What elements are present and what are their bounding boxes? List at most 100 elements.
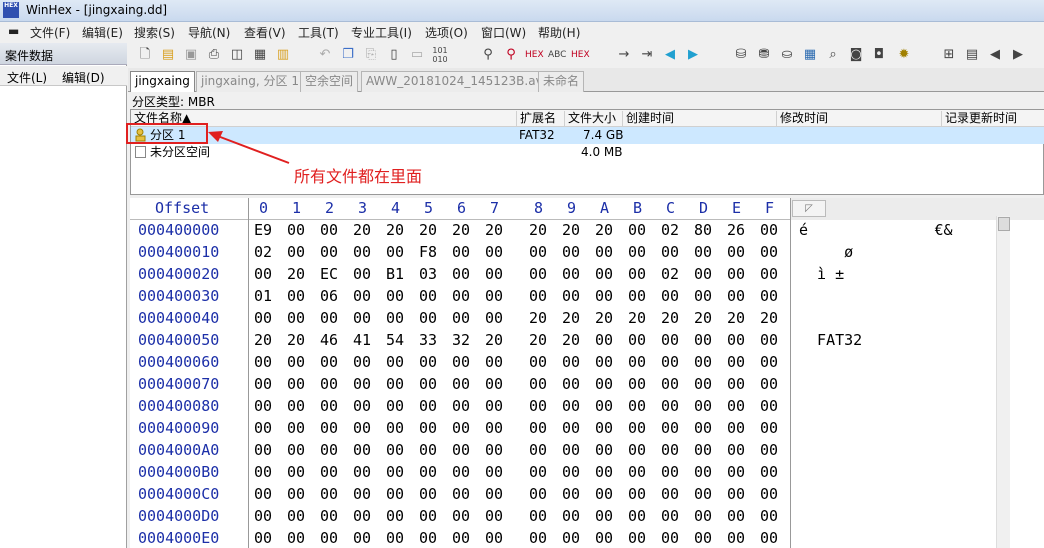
hex-byte[interactable]: 00 [727, 419, 745, 437]
hex-byte[interactable]: 00 [760, 529, 778, 547]
hex-byte[interactable]: 20 [529, 309, 547, 327]
hex-byte[interactable]: 00 [562, 507, 580, 525]
hex-byte[interactable]: 00 [452, 463, 470, 481]
hex-byte[interactable]: 00 [628, 375, 646, 393]
hex-byte[interactable]: 20 [419, 221, 437, 239]
camera-icon[interactable]: ◙ [847, 46, 865, 64]
hex-byte[interactable]: 00 [419, 441, 437, 459]
hex-byte[interactable]: 00 [419, 309, 437, 327]
hex-byte[interactable]: 00 [529, 287, 547, 305]
hex-byte[interactable]: 00 [595, 441, 613, 459]
ram-icon[interactable]: ⛃ [755, 46, 773, 64]
hex-byte[interactable]: 00 [254, 265, 272, 283]
hex-byte[interactable]: 00 [485, 507, 503, 525]
hex-byte[interactable]: 00 [628, 221, 646, 239]
ram-edit-icon[interactable]: ⛀ [778, 46, 796, 64]
hex-byte[interactable]: 20 [628, 309, 646, 327]
hex-byte[interactable]: 00 [485, 375, 503, 393]
hex-byte[interactable]: 00 [661, 375, 679, 393]
hex-byte[interactable]: 00 [760, 485, 778, 503]
clipboard-icon[interactable]: ▯ [385, 46, 403, 64]
hex-byte[interactable]: 20 [287, 265, 305, 283]
hex-byte[interactable]: 00 [595, 419, 613, 437]
hex-byte[interactable]: 00 [452, 529, 470, 547]
hex-byte[interactable]: 00 [562, 529, 580, 547]
hex-byte[interactable]: 00 [485, 309, 503, 327]
hex-byte[interactable]: 00 [419, 397, 437, 415]
hex-byte[interactable]: 00 [529, 441, 547, 459]
write-icon[interactable]: ▭ [408, 46, 426, 64]
case-edit-menu[interactable]: 编辑(D) [62, 69, 105, 86]
hex-byte[interactable]: 20 [562, 309, 580, 327]
menu-search[interactable]: 搜索(S) [134, 24, 175, 41]
hex-byte[interactable]: 00 [353, 397, 371, 415]
hex-byte[interactable]: 00 [320, 419, 338, 437]
hex-byte[interactable]: 00 [287, 243, 305, 261]
hex-byte[interactable]: 20 [562, 221, 580, 239]
menu-view[interactable]: 查看(V) [244, 24, 286, 41]
hex-byte[interactable]: 00 [694, 287, 712, 305]
hex-byte[interactable]: 33 [419, 331, 437, 349]
hex-byte[interactable]: 00 [628, 265, 646, 283]
binary-icon[interactable]: 101 010 [431, 46, 449, 64]
hex-byte[interactable]: 00 [419, 287, 437, 305]
next-icon[interactable]: ▶ [1009, 46, 1027, 64]
hex-byte[interactable]: 00 [562, 265, 580, 283]
hex-byte[interactable]: 00 [661, 463, 679, 481]
hex-byte[interactable]: 00 [386, 375, 404, 393]
hex-byte[interactable]: 00 [529, 463, 547, 481]
hex-byte[interactable]: 00 [254, 375, 272, 393]
hex-byte[interactable]: 00 [595, 463, 613, 481]
col-header-created[interactable]: 创建时间 [623, 111, 777, 127]
hex-byte[interactable]: 00 [562, 397, 580, 415]
hex-byte[interactable]: 00 [529, 507, 547, 525]
hex-byte[interactable]: 00 [485, 287, 503, 305]
hex-byte[interactable]: 00 [562, 243, 580, 261]
hex-byte[interactable]: 00 [562, 463, 580, 481]
camera-icon[interactable]: ◘ [870, 46, 888, 64]
goto-icon[interactable]: → [615, 46, 633, 64]
hex-byte[interactable]: 00 [727, 375, 745, 393]
hex-byte[interactable]: 00 [353, 463, 371, 481]
hex-byte[interactable]: 03 [419, 265, 437, 283]
hex-byte[interactable]: E9 [254, 221, 272, 239]
hex-byte[interactable]: 00 [727, 529, 745, 547]
hex-editor[interactable]: Offset0123456789ABCDEFANSI ASCII ◸ 00040… [130, 198, 1044, 548]
hex-byte[interactable]: 00 [386, 419, 404, 437]
calculator-icon[interactable]: ▦ [801, 46, 819, 64]
hex-byte[interactable]: 00 [562, 441, 580, 459]
hex-byte[interactable]: 00 [452, 419, 470, 437]
hex-byte[interactable]: 00 [529, 265, 547, 283]
hex-byte[interactable]: 20 [727, 309, 745, 327]
hex-byte[interactable]: 46 [320, 331, 338, 349]
hex-byte[interactable]: 00 [628, 463, 646, 481]
hex-byte[interactable]: 00 [419, 507, 437, 525]
hex-byte[interactable]: 00 [386, 353, 404, 371]
hex-byte[interactable]: 00 [595, 507, 613, 525]
hex-byte[interactable]: 00 [287, 441, 305, 459]
gear-icon[interactable]: ✹ [895, 46, 913, 64]
hex-byte[interactable]: 20 [694, 309, 712, 327]
properties-icon[interactable]: ◫ [228, 46, 246, 64]
hex-byte[interactable]: 00 [386, 243, 404, 261]
ascii-text[interactable]: ì ± [799, 265, 844, 283]
replace-hex-icon[interactable]: ABC [548, 46, 566, 64]
hex-byte[interactable]: 00 [628, 287, 646, 305]
hex-byte[interactable]: 00 [529, 243, 547, 261]
hex-byte[interactable]: 00 [760, 353, 778, 371]
hex-byte[interactable]: 00 [452, 309, 470, 327]
hex-byte[interactable]: 00 [727, 441, 745, 459]
hex-byte[interactable]: 00 [727, 507, 745, 525]
hex-byte[interactable]: 00 [485, 463, 503, 481]
hex-byte[interactable]: 00 [595, 331, 613, 349]
hex-byte[interactable]: 00 [485, 265, 503, 283]
hex-byte[interactable]: 00 [452, 441, 470, 459]
hex-byte[interactable]: 00 [254, 485, 272, 503]
menu-window[interactable]: 窗口(W) [481, 24, 526, 41]
hex-byte[interactable]: 00 [353, 529, 371, 547]
hex-byte[interactable]: 20 [529, 331, 547, 349]
hex-byte[interactable]: 00 [661, 441, 679, 459]
hex-byte[interactable]: 02 [661, 221, 679, 239]
hex-byte[interactable]: EC [320, 265, 338, 283]
tab-free-space[interactable]: 空余空间 [300, 71, 359, 92]
